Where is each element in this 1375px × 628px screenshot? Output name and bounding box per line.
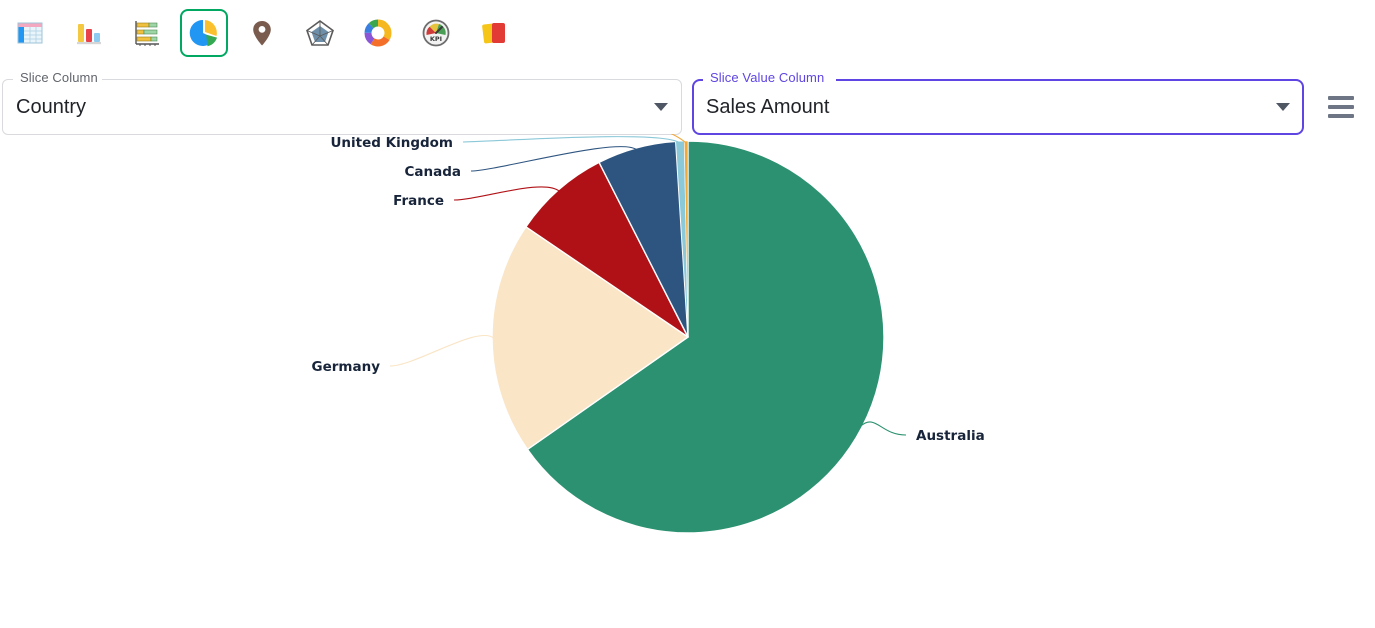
pentagon-radar-icon	[303, 16, 337, 50]
slice-value-column-select[interactable]: Slice Value Column Sales Amount	[692, 70, 1304, 135]
pie-leader-france	[453, 186, 561, 201]
slice-column-select[interactable]: Slice Column Country	[2, 70, 682, 135]
pie-chart-svg[interactable]: Australia Germany France Canada United Kingd…	[0, 134, 1375, 628]
viz-type-horizontal-bar-button[interactable]	[122, 9, 170, 57]
viz-type-map-button[interactable]	[238, 9, 286, 57]
map-pin-icon	[245, 16, 279, 50]
chevron-down-icon[interactable]	[654, 103, 668, 111]
pie-slices-group[interactable]	[491, 140, 885, 534]
pie-chart-icon	[187, 16, 221, 50]
visualization-type-toolbar: KPI	[0, 0, 1375, 62]
pie-leader-germany	[389, 334, 495, 367]
cards-icon	[477, 16, 511, 50]
menu-bar-3	[1328, 114, 1354, 118]
viz-type-kpi-button[interactable]: KPI	[412, 9, 460, 57]
chart-config-row: Slice Column Country Slice Value Column …	[0, 62, 1375, 135]
menu-bar-1	[1328, 96, 1354, 100]
viz-type-bar-chart-button[interactable]	[64, 9, 112, 57]
pie-label-united-kingdom: United Kingdom	[330, 135, 453, 151]
pie-chart-area: Australia Germany France Canada United Kingd…	[0, 134, 1375, 628]
pie-label-australia: Australia	[916, 428, 985, 444]
pie-label-canada: Canada	[404, 164, 461, 180]
viz-type-radar-button[interactable]	[296, 9, 344, 57]
pie-leader-united-kingdom	[462, 136, 681, 144]
slice-value-column-value[interactable]: Sales Amount	[706, 79, 1260, 135]
viz-type-pie-chart-button[interactable]	[180, 9, 228, 57]
menu-bar-2	[1328, 105, 1354, 109]
table-icon	[13, 16, 47, 50]
hamburger-menu-button[interactable]	[1322, 88, 1360, 126]
viz-type-donut-button[interactable]	[354, 9, 402, 57]
pie-leader-australia	[859, 421, 907, 436]
viz-type-table-button[interactable]	[6, 9, 54, 57]
kpi-gauge-icon: KPI	[419, 16, 453, 50]
svg-text:KPI: KPI	[430, 35, 442, 43]
pie-label-germany: Germany	[312, 359, 381, 375]
horizontal-bar-chart-icon	[129, 16, 163, 50]
chevron-down-icon[interactable]	[1276, 103, 1290, 111]
bar-chart-icon	[71, 16, 105, 50]
slice-column-value[interactable]: Country	[16, 79, 638, 135]
viz-type-cards-button[interactable]	[470, 9, 518, 57]
donut-chart-icon	[361, 16, 395, 50]
pie-label-france: France	[393, 193, 444, 209]
